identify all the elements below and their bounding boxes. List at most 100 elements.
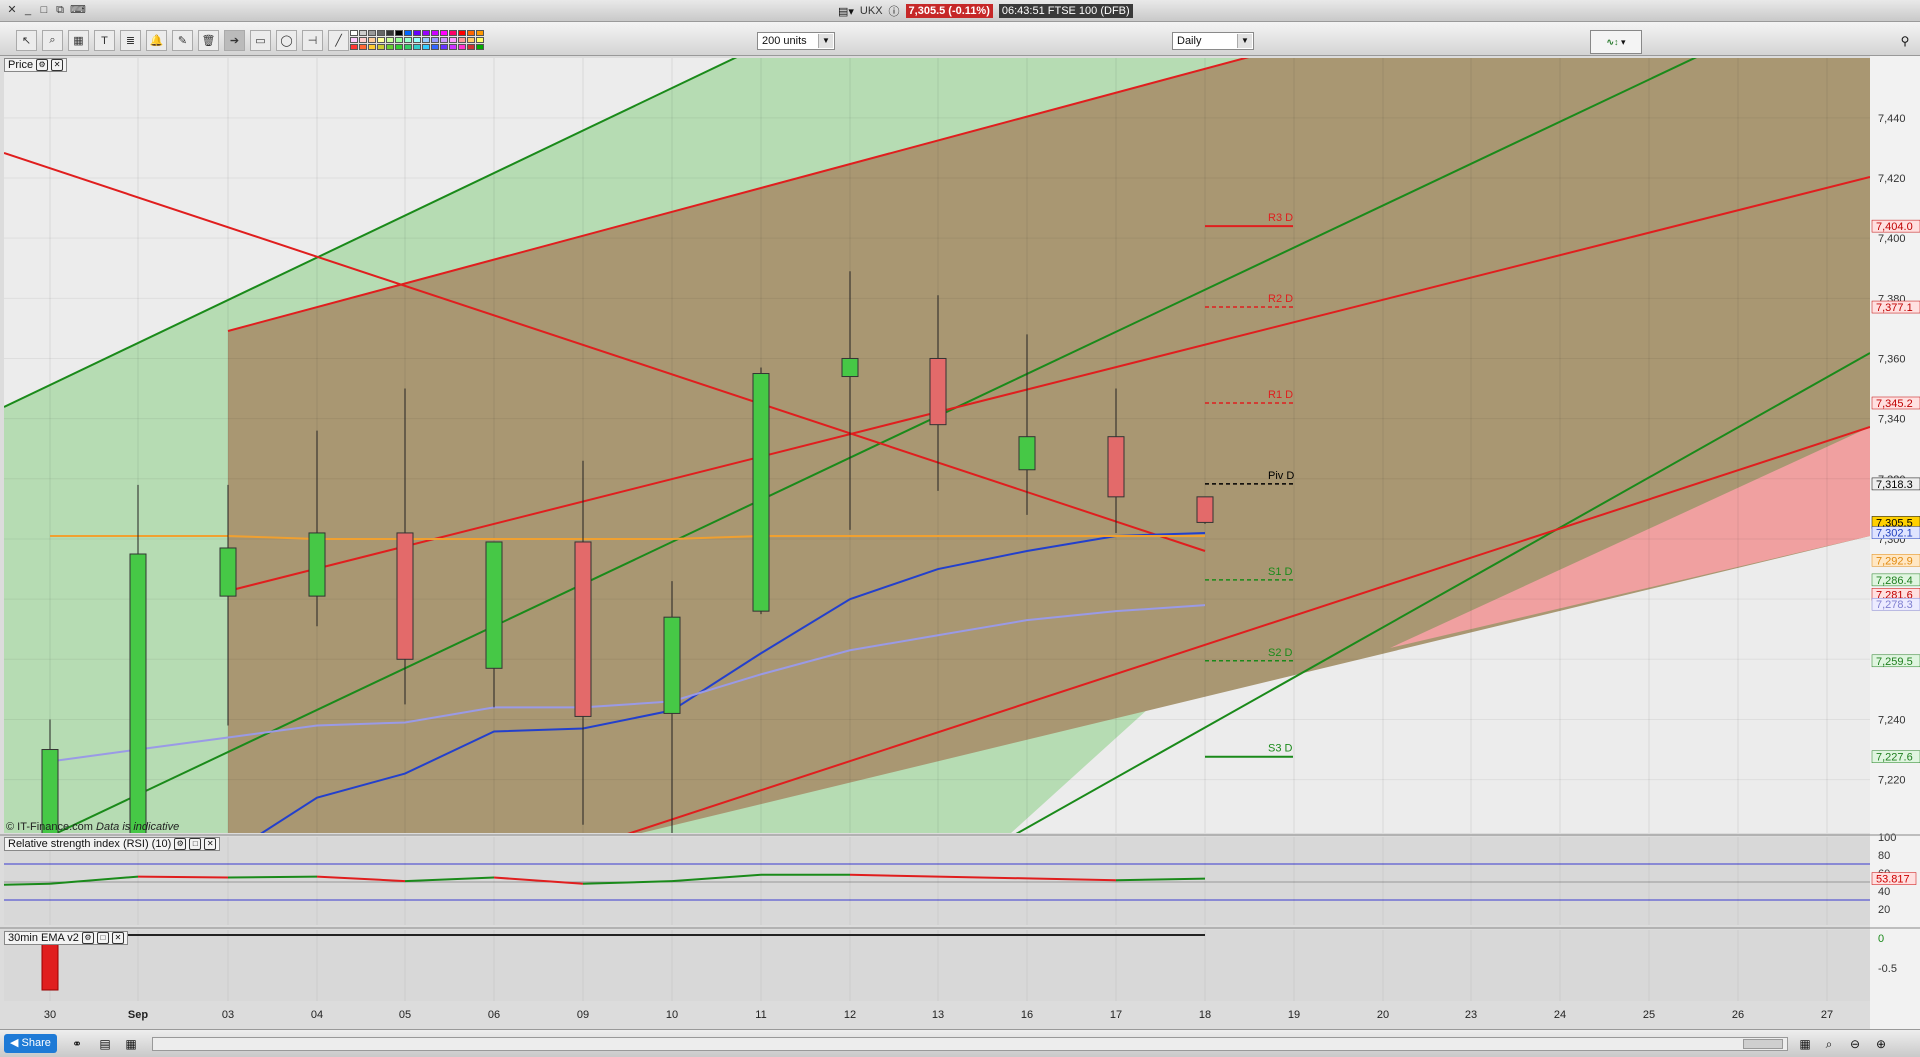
pointer-icon[interactable]: ↖ xyxy=(16,30,37,51)
color-swatch[interactable] xyxy=(422,30,430,36)
color-swatch[interactable] xyxy=(440,44,448,50)
zoom-icon[interactable]: ⌕ xyxy=(42,30,63,51)
color-swatch[interactable] xyxy=(368,30,376,36)
close-icon[interactable]: ✕ xyxy=(204,838,217,850)
color-swatch[interactable] xyxy=(377,37,385,43)
color-swatch[interactable] xyxy=(368,44,376,50)
color-swatch[interactable] xyxy=(350,30,358,36)
line-icon[interactable]: ╱ xyxy=(328,30,349,51)
color-swatch[interactable] xyxy=(404,30,412,36)
color-swatch[interactable] xyxy=(359,37,367,43)
color-swatch[interactable] xyxy=(404,44,412,50)
scrollbar-thumb[interactable] xyxy=(1743,1039,1783,1049)
trash-icon[interactable]: 🗑 xyxy=(198,30,219,51)
chart-type-icon[interactable]: ▦ xyxy=(1796,1035,1814,1053)
share-button[interactable]: ◀ Share xyxy=(4,1034,57,1053)
grid-icon[interactable]: ▦ xyxy=(122,1035,140,1053)
close-window-icon[interactable]: ✕ xyxy=(6,4,18,16)
price-axis-marker: 7,377.1 xyxy=(1876,302,1913,314)
color-swatch[interactable] xyxy=(440,37,448,43)
color-swatch[interactable] xyxy=(395,37,403,43)
color-swatch[interactable] xyxy=(359,44,367,50)
zoom-in-icon[interactable]: ⊕ xyxy=(1872,1035,1890,1053)
popout-window-icon[interactable]: ⧉ xyxy=(54,4,66,16)
minimize-window-icon[interactable]: _ xyxy=(22,4,34,16)
keyboard-icon[interactable]: ⌨ xyxy=(70,4,86,16)
alert-icon[interactable]: 🔔 xyxy=(146,30,167,51)
ema-axis-tick: 0 xyxy=(1878,933,1884,945)
close-icon[interactable]: ✕ xyxy=(51,59,64,71)
pin-icon[interactable]: ⚲ xyxy=(1898,30,1912,52)
maximize-icon[interactable]: □ xyxy=(96,932,109,944)
rectangle-icon[interactable]: ▭ xyxy=(250,30,271,51)
color-swatch[interactable] xyxy=(440,30,448,36)
color-swatch[interactable] xyxy=(449,30,457,36)
color-swatch[interactable] xyxy=(350,37,358,43)
candle-body xyxy=(1018,436,1036,471)
hline-icon[interactable]: ⊣ xyxy=(302,30,323,51)
layout-icon[interactable]: ▤ xyxy=(96,1035,114,1053)
color-swatch[interactable] xyxy=(368,37,376,43)
color-swatch[interactable] xyxy=(422,44,430,50)
indicator-icon: ∿↕ xyxy=(1606,37,1619,47)
indicator-menu-button[interactable]: ∿↕ ▾ xyxy=(1590,30,1642,54)
color-swatch[interactable] xyxy=(449,37,457,43)
maximize-icon[interactable]: □ xyxy=(189,838,202,850)
ema-panel-title: 30min EMA v2 xyxy=(8,932,79,944)
color-swatch[interactable] xyxy=(449,44,457,50)
color-swatch[interactable] xyxy=(431,30,439,36)
color-swatch[interactable] xyxy=(476,37,484,43)
draw-icon[interactable]: ✎ xyxy=(172,30,193,51)
zoom-fit-icon[interactable]: ⌕ xyxy=(1820,1035,1838,1053)
close-icon[interactable]: ✕ xyxy=(111,932,124,944)
color-swatch[interactable] xyxy=(386,44,394,50)
chart-toolbar: ↖ ⌕ ▦ T ≣ 🔔 ✎ 🗑 ➔ ▭ ◯ ⊣ ╱ 200 units ▼ Da… xyxy=(0,22,1920,56)
color-swatch[interactable] xyxy=(386,37,394,43)
color-swatch[interactable] xyxy=(350,44,358,50)
color-swatch[interactable] xyxy=(422,37,430,43)
chevron-down-icon: ▼ xyxy=(818,34,833,48)
color-swatch[interactable] xyxy=(467,37,475,43)
color-swatch[interactable] xyxy=(377,30,385,36)
color-swatch[interactable] xyxy=(476,30,484,36)
arrow-icon[interactable]: ➔ xyxy=(224,30,245,51)
color-swatch[interactable] xyxy=(395,44,403,50)
color-swatch[interactable] xyxy=(377,44,385,50)
settings-icon[interactable]: ⚙ xyxy=(36,59,49,71)
link-icon[interactable]: ⚭ xyxy=(68,1035,86,1053)
settings-icon[interactable]: ⚙ xyxy=(81,932,94,944)
chart-area[interactable]: R3 D R2 D R1 D Piv D S1 D S2 D S3 D 7,220 7,240 7… xyxy=(0,56,1920,1029)
pivot-label: S1 D xyxy=(1268,566,1293,578)
restore-window-icon[interactable]: □ xyxy=(38,4,50,16)
price-axis-tick: 7,220 xyxy=(1878,775,1906,787)
zoom-out-icon[interactable]: ⊖ xyxy=(1846,1035,1864,1053)
color-swatch[interactable] xyxy=(413,37,421,43)
fib-icon[interactable]: ≣ xyxy=(120,30,141,51)
color-swatch[interactable] xyxy=(467,44,475,50)
color-swatch[interactable] xyxy=(458,37,466,43)
instrument-header: ▤▾ UKX ⓘ 7,305.5 (-0.11%) 06:43:51 FTSE … xyxy=(838,3,1133,19)
color-swatch[interactable] xyxy=(467,30,475,36)
units-select[interactable]: 200 units ▼ xyxy=(757,32,835,50)
color-swatch[interactable] xyxy=(431,44,439,50)
period-select[interactable]: Daily ▼ xyxy=(1172,32,1254,50)
color-swatch[interactable] xyxy=(404,37,412,43)
color-swatch[interactable] xyxy=(413,30,421,36)
price-axis-tick: 7,420 xyxy=(1878,173,1906,185)
color-swatch[interactable] xyxy=(359,30,367,36)
pivot-label: R2 D xyxy=(1268,293,1293,305)
chart-style-icon[interactable]: ▦ xyxy=(68,30,89,51)
ellipse-icon[interactable]: ◯ xyxy=(276,30,297,51)
color-swatch[interactable] xyxy=(386,30,394,36)
color-swatch[interactable] xyxy=(458,44,466,50)
instrument-menu-icon[interactable]: ▤▾ xyxy=(838,5,854,18)
time-scrollbar[interactable] xyxy=(152,1037,1788,1051)
color-swatch[interactable] xyxy=(476,44,484,50)
color-swatch[interactable] xyxy=(431,37,439,43)
info-icon[interactable]: ⓘ xyxy=(889,3,900,19)
text-icon[interactable]: T xyxy=(94,30,115,51)
color-swatch[interactable] xyxy=(458,30,466,36)
color-swatch[interactable] xyxy=(413,44,421,50)
color-swatch[interactable] xyxy=(395,30,403,36)
settings-icon[interactable]: ⚙ xyxy=(174,838,187,850)
